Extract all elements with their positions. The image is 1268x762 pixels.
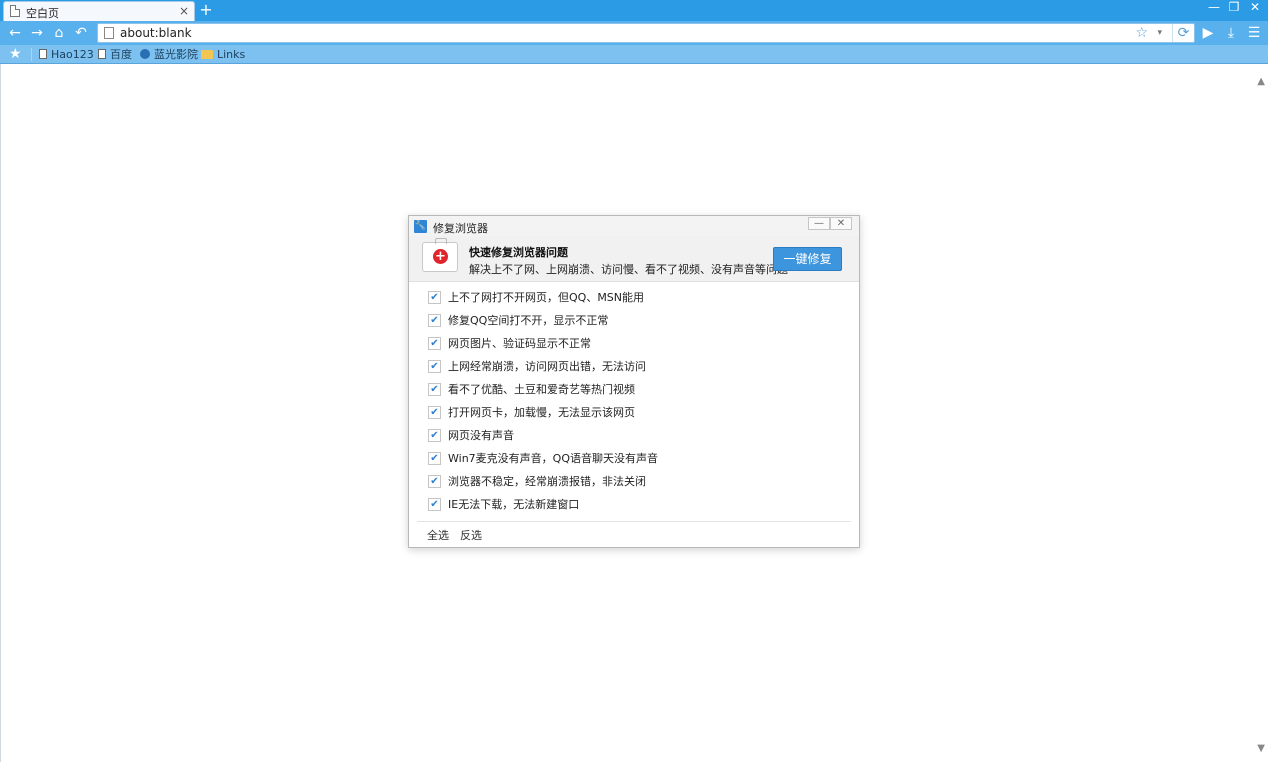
forward-button[interactable]: →: [28, 24, 46, 42]
checkbox[interactable]: ✔: [428, 475, 441, 488]
download-icon[interactable]: ⤓: [1222, 24, 1240, 42]
bookmark-bluray-cinema[interactable]: 蓝光影院: [140, 47, 198, 63]
option-label: 看不了优酷、土豆和爱奇艺等热门视频: [448, 383, 635, 396]
checkbox[interactable]: ✔: [428, 452, 441, 465]
page-icon: [39, 49, 47, 59]
dialog-header: + 快速修复浏览器问题 解决上不了网、上网崩溃、访问慢、看不了视频、没有声音等问…: [409, 236, 859, 282]
new-tab-button[interactable]: +: [199, 1, 213, 19]
bookmark-label: 蓝光影院: [154, 48, 198, 61]
scroll-down-icon[interactable]: ▼: [1257, 743, 1265, 754]
star-icon[interactable]: ☆: [1135, 24, 1148, 42]
first-aid-kit-icon: +: [422, 238, 458, 272]
divider: [417, 521, 851, 522]
dialog-title: 修复浏览器: [433, 222, 488, 235]
checkbox[interactable]: ✔: [428, 498, 441, 511]
restore-window-button[interactable]: ❐: [1224, 0, 1244, 14]
checkbox[interactable]: ✔: [428, 337, 441, 350]
page-icon: [104, 27, 114, 39]
tab-close-icon[interactable]: ×: [179, 3, 189, 19]
folder-icon: [201, 50, 213, 59]
option-label: 网页没有声音: [448, 429, 514, 442]
home-button[interactable]: ⌂: [50, 24, 68, 42]
scroll-up-icon[interactable]: ▲: [1257, 76, 1265, 87]
bookmark-links[interactable]: Links: [201, 47, 245, 63]
header-subtitle: 解决上不了网、上网崩溃、访问慢、看不了视频、没有声音等问题: [469, 263, 788, 276]
globe-icon: [140, 49, 150, 59]
option-label: Win7麦克没有声音，QQ语音聊天没有声音: [448, 452, 658, 465]
dialog-title-bar[interactable]: 🔧 修复浏览器 — ✕: [409, 216, 859, 236]
select-all-link[interactable]: 全选: [427, 527, 449, 543]
tab-blank-page[interactable]: 空白页 ×: [3, 1, 195, 21]
tab-title: 空白页: [26, 7, 59, 20]
checkbox[interactable]: ✔: [428, 360, 441, 373]
checkbox[interactable]: ✔: [428, 291, 441, 304]
repair-browser-dialog: 🔧 修复浏览器 — ✕ + 快速修复浏览器问题 解决上不了网、上网崩溃、访问慢、…: [408, 215, 860, 548]
back-button[interactable]: ←: [6, 24, 24, 42]
option-label: 浏览器不稳定，经常崩溃报错，非法关闭: [448, 475, 646, 488]
bookmark-label: Links: [217, 48, 246, 61]
undo-close-button[interactable]: ↶: [72, 24, 90, 42]
bookmarks-bar: ★ Hao123 百度 蓝光影院 Links: [0, 45, 1268, 64]
bookmark-hao123[interactable]: Hao123: [39, 47, 94, 63]
option-label: 上不了网打不开网页，但QQ、MSN能用: [448, 291, 645, 304]
wrench-icon: 🔧: [414, 220, 427, 233]
invert-selection-link[interactable]: 反选: [460, 527, 482, 543]
page-icon: [98, 49, 106, 59]
checkbox[interactable]: ✔: [428, 429, 441, 442]
menu-icon[interactable]: ☰: [1245, 24, 1263, 42]
star-icon[interactable]: ★: [9, 45, 22, 63]
checkbox[interactable]: ✔: [428, 314, 441, 327]
option-label: 网页图片、验证码显示不正常: [448, 337, 591, 350]
one-click-repair-button[interactable]: 一键修复: [773, 247, 842, 271]
checkbox[interactable]: ✔: [428, 406, 441, 419]
refresh-icon[interactable]: ⟳: [1172, 24, 1194, 42]
minimize-window-button[interactable]: —: [1204, 0, 1224, 14]
navigation-toolbar: ← → ⌂ ↶ about:blank ☆ ▾ ⟳ ▶ ⤓ ☰: [0, 21, 1268, 45]
play-icon[interactable]: ▶: [1199, 24, 1217, 42]
option-label: 打开网页卡，加载慢，无法显示该网页: [448, 406, 635, 419]
address-bar[interactable]: about:blank ☆ ▾ ⟳: [97, 23, 1195, 43]
dialog-minimize-button[interactable]: —: [808, 217, 830, 230]
header-title: 快速修复浏览器问题: [469, 246, 568, 259]
bookmark-baidu[interactable]: 百度: [98, 47, 132, 63]
option-label: 上网经常崩溃，访问网页出错，无法访问: [448, 360, 646, 373]
bookmark-label: Hao123: [51, 48, 94, 61]
divider: [31, 48, 32, 61]
bookmark-label: 百度: [110, 48, 132, 61]
dialog-close-button[interactable]: ✕: [830, 217, 852, 230]
option-label: 修复QQ空间打不开，显示不正常: [448, 314, 609, 327]
page-icon: [10, 5, 20, 17]
option-label: IE无法下载，无法新建窗口: [448, 498, 580, 511]
red-cross-icon: +: [433, 249, 448, 264]
title-bar: 空白页 × + — ❐ ✕: [0, 0, 1268, 21]
url-text[interactable]: about:blank: [120, 26, 192, 40]
close-window-button[interactable]: ✕: [1245, 0, 1265, 14]
chevron-down-icon[interactable]: ▾: [1157, 24, 1162, 42]
checkbox[interactable]: ✔: [428, 383, 441, 396]
